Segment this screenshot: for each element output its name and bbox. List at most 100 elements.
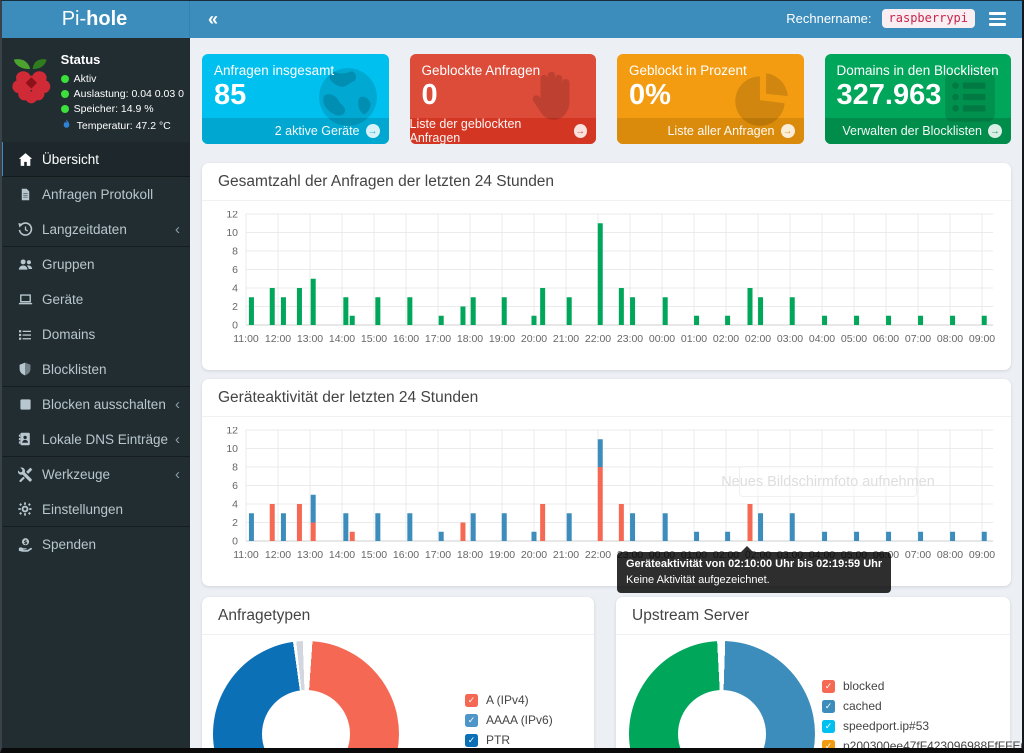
sidebar-collapse-icon[interactable]: «	[190, 0, 236, 38]
svg-text:20:00: 20:00	[521, 549, 547, 561]
svg-text:4: 4	[232, 283, 238, 295]
sidebar-item-list[interactable]: Domains	[0, 317, 190, 352]
svg-text:08:00: 08:00	[937, 333, 963, 345]
sidebar-item-laptop[interactable]: Geräte	[0, 282, 190, 317]
status-info: Status AktivAuslastung: 0.04 0.03 0Speic…	[61, 48, 184, 134]
navbar: « Neues Bildschirmfoto aufnehmen Rechner…	[190, 0, 1024, 38]
svg-text:11:00: 11:00	[233, 549, 259, 561]
queries-chart-title: Gesamtzahl der Anfragen der letzten 24 S…	[202, 163, 1011, 201]
hamburger-menu-icon[interactable]	[985, 6, 1010, 31]
svg-text:17:00: 17:00	[425, 333, 451, 345]
sidebar-item-label: Domains	[42, 327, 180, 342]
navbar-right: Rechnername: raspberrypi	[786, 6, 1024, 31]
card-title: Geblockte Anfragen	[410, 54, 597, 78]
svg-text:14:00: 14:00	[329, 549, 355, 561]
status-row: Temperatur: 47.2 °C	[61, 118, 184, 134]
sidebar-item-home[interactable]: Übersicht	[0, 142, 190, 177]
svg-text:6: 6	[232, 264, 238, 276]
sidebar-item-donate[interactable]: $Spenden	[0, 527, 190, 562]
svg-text:4: 4	[232, 499, 238, 511]
legend-checkbox-icon: ✓	[465, 714, 478, 727]
sidebar-item-tools[interactable]: Werkzeuge‹	[0, 457, 190, 492]
sidebar-item-history[interactable]: Langzeitdaten‹	[0, 212, 190, 247]
svg-text:2: 2	[232, 301, 238, 313]
sidebar-item-address-book[interactable]: Lokale DNS Einträge‹	[0, 422, 190, 457]
queries-chart-body: 11:0012:0013:0014:0015:0016:0017:0018:00…	[202, 201, 1011, 370]
screenshot-tool-ghost-button: Neues Bildschirmfoto aufnehmen	[739, 466, 917, 497]
legend-item[interactable]: ✓ p200300ee47fF423096988FfFFE6	[822, 739, 1024, 753]
queries-over-time-chart[interactable]: 11:0012:0013:0014:0015:0016:0017:0018:00…	[212, 211, 997, 356]
legend-label: p200300ee47fF423096988FfFFE6	[843, 739, 1024, 753]
legend-label: cached	[843, 699, 882, 713]
status-text: Speicher: 14.9 %	[74, 103, 154, 115]
legend-checkbox-icon: ✓	[822, 740, 835, 753]
list-icon	[14, 328, 36, 342]
sidebar-item-label: Einstellungen	[42, 502, 180, 517]
brand-logo[interactable]: Pi-hole	[0, 0, 190, 38]
svg-text:2: 2	[232, 517, 238, 529]
svg-text:18:00: 18:00	[457, 333, 483, 345]
legend-label: A (IPv4)	[486, 693, 529, 707]
upstream-servers-box: Upstream Server ✓blocked✓cached✓speedpor…	[616, 597, 1010, 753]
svg-text:19:00: 19:00	[489, 549, 515, 561]
address-book-icon	[14, 432, 36, 446]
svg-text:21:00: 21:00	[553, 549, 579, 561]
laptop-icon	[14, 292, 36, 307]
brand-prefix: Pi-	[62, 8, 86, 31]
chevron-left-icon: ‹	[175, 466, 180, 483]
summary-card-list-alt: Domains in den Blocklisten327.963Verwalt…	[825, 54, 1012, 144]
legend-checkbox-icon: ✓	[822, 720, 835, 733]
main-content: Anfragen insgesamt852 aktive Geräte→Gebl…	[190, 38, 1024, 753]
status-text: Auslastung: 0.04 0.03 0	[74, 88, 184, 100]
chevron-left-icon: ‹	[175, 396, 180, 413]
card-value: 85	[202, 78, 389, 112]
legend-checkbox-icon: ✓	[465, 694, 478, 707]
svg-text:6: 6	[232, 480, 238, 492]
card-title: Anfragen insgesamt	[202, 54, 389, 78]
sidebar-item-users[interactable]: Gruppen	[0, 247, 190, 282]
svg-text:16:00: 16:00	[393, 333, 419, 345]
sidebar-item-gear[interactable]: Einstellungen	[0, 492, 190, 527]
svg-text:04:00: 04:00	[809, 333, 835, 345]
sidebar-item-shield[interactable]: Blocklisten	[0, 352, 190, 387]
svg-text:09:00: 09:00	[969, 333, 995, 345]
donut-row: Anfragetypen ✓A (IPv4)✓AAAA (IPv6)✓PTR U…	[202, 597, 1011, 753]
shield-icon	[14, 362, 36, 376]
legend-label: PTR	[486, 733, 510, 747]
top-navbar: Pi-hole « Neues Bildschirmfoto aufnehmen…	[0, 0, 1024, 38]
status-row: Auslastung: 0.04 0.03 0	[61, 88, 184, 100]
query-types-title: Anfragetypen	[202, 597, 594, 635]
history-icon	[14, 222, 36, 237]
svg-text:16:00: 16:00	[393, 549, 419, 561]
card-title: Geblockt in Prozent	[617, 54, 804, 78]
sidebar-item-stop[interactable]: Blocken ausschalten‹	[0, 387, 190, 422]
sidebar-item-label: Geräte	[42, 292, 180, 307]
legend-label: AAAA (IPv6)	[486, 713, 553, 727]
svg-text:12: 12	[226, 211, 238, 221]
status-row: Aktiv	[61, 73, 184, 85]
upstream-servers-legend: ✓blocked✓cached✓speedport.ip#53✓p200300e…	[822, 679, 1024, 753]
client-activity-chart[interactable]: 11:0012:0013:0014:0015:0016:0017:0018:00…	[212, 427, 997, 572]
svg-text:14:00: 14:00	[329, 333, 355, 345]
legend-item[interactable]: ✓cached	[822, 699, 1024, 713]
legend-item[interactable]: ✓PTR	[465, 733, 553, 747]
sidebar-item-label: Werkzeuge	[42, 467, 175, 482]
svg-text:10: 10	[226, 227, 238, 239]
svg-text:10: 10	[226, 443, 238, 455]
svg-text:07:00: 07:00	[905, 333, 931, 345]
legend-item[interactable]: ✓speedport.ip#53	[822, 719, 1024, 733]
sidebar-item-file[interactable]: Anfragen Protokoll	[0, 177, 190, 212]
legend-item[interactable]: ✓ A (IPv4)	[465, 693, 553, 707]
summary-cards-row: Anfragen insgesamt852 aktive Geräte→Gebl…	[202, 54, 1011, 144]
query-types-donut-chart[interactable]	[213, 641, 399, 753]
sidebar-item-label: Gruppen	[42, 257, 180, 272]
svg-text:09:00: 09:00	[969, 549, 995, 561]
legend-item[interactable]: ✓blocked	[822, 679, 1024, 693]
svg-text:18:00: 18:00	[457, 549, 483, 561]
temperature-icon	[61, 118, 72, 134]
svg-text:01:00: 01:00	[681, 333, 707, 345]
legend-item[interactable]: ✓ AAAA (IPv6)	[465, 713, 553, 727]
status-panel: Status AktivAuslastung: 0.04 0.03 0Speic…	[0, 38, 190, 142]
upstream-servers-donut-chart[interactable]	[629, 641, 815, 753]
chevron-left-icon: ‹	[175, 431, 180, 448]
